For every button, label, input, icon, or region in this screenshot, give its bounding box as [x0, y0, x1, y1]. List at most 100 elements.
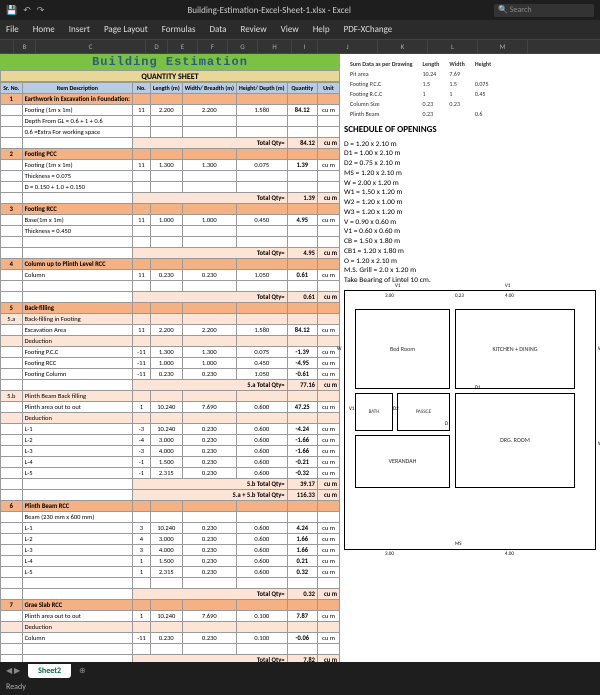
ribbon-tab-pagelayout[interactable]: Page Layout	[104, 24, 148, 35]
schedule-item: W2 = 1.20 x 1.00 m	[344, 198, 596, 208]
table-row[interactable]: L-5-12.3150.2300.600-0.32cu m	[1, 468, 340, 479]
table-row[interactable]: 1Earthwork in Excavation in Foundation:	[1, 94, 340, 105]
table-row[interactable]: Deduction	[1, 622, 340, 633]
schedule-item: O = 1.20 x 2.10 m	[344, 257, 596, 267]
search-input[interactable]: 🔍 Search	[494, 4, 594, 17]
hdr-q: Quantity	[287, 83, 317, 94]
ribbon-tab-file[interactable]: File	[6, 24, 19, 35]
table-row[interactable]: L-243.0000.2300.6001.66cu m	[1, 534, 340, 545]
ribbon-tab-insert[interactable]: Insert	[69, 24, 90, 35]
table-row[interactable]: L-3-34.0000.2300.600-1.66cu m	[1, 446, 340, 457]
table-row[interactable]: Beam (230 mm x 600 mm)	[1, 512, 340, 523]
table-row[interactable]: L-411.5000.2300.6000.21cu m	[1, 556, 340, 567]
table-row[interactable]: 4Column up to Plinth Level RCC	[1, 259, 340, 270]
table-row[interactable]: Column-110.2300.2300.100-0.06cu m	[1, 633, 340, 644]
table-row[interactable]: Total Qty=0.61cu m	[1, 292, 340, 303]
table-row[interactable]: Excavation Area112.2002.2001.58084.12cu …	[1, 325, 340, 336]
schedule-item: MS = 1.20 x 2.10 m	[344, 169, 596, 179]
ribbon-tab-review[interactable]: Review	[240, 24, 266, 35]
table-row[interactable]: L-1-310.2400.2300.600-4.24cu m	[1, 424, 340, 435]
table-row[interactable]: L-1310.2400.2300.6004.24cu m	[1, 523, 340, 534]
table-row[interactable]: Footing Column-110.2300.2301.050-0.61cu …	[1, 369, 340, 380]
table-row[interactable]: L-512.3150.2300.6000.32cu m	[1, 567, 340, 578]
floor-plan: V1 V1 3.00 0.23 4.00 Bed Room KITCHEN + …	[344, 290, 596, 550]
hdr-sr: Sr. No.	[1, 83, 23, 94]
ribbon-tab-data[interactable]: Data	[209, 24, 226, 35]
table-row[interactable]: 5Back-filling	[1, 303, 340, 314]
ribbon-tab-help[interactable]: Help	[313, 24, 330, 35]
table-row[interactable]: Total Qty=1.39cu m	[1, 193, 340, 204]
room-kitchen: KITCHEN + DINING	[455, 309, 575, 389]
table-row[interactable]: L-2-43.0000.2300.600-1.66cu m	[1, 435, 340, 446]
ribbon-tab-pdf-xchange[interactable]: PDF-XChange	[344, 24, 393, 35]
hdr-l: Length (m)	[150, 83, 182, 94]
table-row[interactable]: Plinth area out to out110.2407.6900.1007…	[1, 611, 340, 622]
table-row[interactable]: 5.a + 5.b Total Qty=116.33cu m	[1, 490, 340, 501]
table-row[interactable]	[1, 237, 340, 248]
redo-icon[interactable]: ↷	[37, 5, 45, 16]
table-row[interactable]: Total Qty=4.95cu m	[1, 248, 340, 259]
table-row[interactable]: L-334.0000.2300.6001.66cu m	[1, 545, 340, 556]
col-hdr-L[interactable]: L	[428, 40, 478, 53]
table-row[interactable]: Footing RCC-111.0001.0000.450-4.95cu m	[1, 358, 340, 369]
hdr-u: Unit	[317, 83, 339, 94]
col-hdr-E[interactable]: E	[168, 40, 198, 53]
table-row[interactable]: Total Qty=7.82cu m	[1, 655, 340, 663]
table-row[interactable]	[1, 578, 340, 589]
table-row[interactable]: 5.a Total Qty=77.16cu m	[1, 380, 340, 391]
col-hdr-F[interactable]: F	[198, 40, 228, 53]
ribbon-tab-view[interactable]: View	[281, 24, 299, 35]
col-hdr-B[interactable]: B	[14, 40, 36, 53]
ribbon-tab-home[interactable]: Home	[33, 24, 55, 35]
table-row[interactable]: 5.bPlinth Beam Back filling	[1, 391, 340, 402]
table-row[interactable]: L-4-11.5000.2300.600-0.21cu m	[1, 457, 340, 468]
add-sheet-icon[interactable]: ⊕	[79, 666, 86, 676]
table-row[interactable]: Base(1m x 1m)111.0001.0000.4504.95cu m	[1, 215, 340, 226]
table-row[interactable]: 5.b Total Qty=39.17cu m	[1, 479, 340, 490]
table-row[interactable]: Footing (1m x 1m)112.2002.2001.58084.12c…	[1, 105, 340, 116]
table-row[interactable]	[1, 281, 340, 292]
room-verandah: VERANDAH	[355, 435, 450, 488]
table-row[interactable]: Footing (1m x 1m)111.3001.3000.0751.39cu…	[1, 160, 340, 171]
schedule-item: V1 = 0.60 x 0.60 m	[344, 227, 596, 237]
worksheet-grid[interactable]: Building Estimation QUANTITY SHEET Sr. N…	[0, 54, 600, 662]
table-row[interactable]: 5.aBack-filling in Footing	[1, 314, 340, 325]
room-bath: BATH	[355, 393, 393, 431]
table-row[interactable]	[1, 644, 340, 655]
col-hdr-K[interactable]: K	[378, 40, 428, 53]
table-row[interactable]: Deduction	[1, 336, 340, 347]
table-row[interactable]: Thickness = 0.075	[1, 171, 340, 182]
table-row[interactable]: D = 0.150 + 1.0 + 0.150	[1, 182, 340, 193]
sheet-tabs[interactable]: ◀ ▶ Sheet2 ⊕	[0, 662, 600, 680]
col-hdr-D[interactable]: D	[146, 40, 168, 53]
table-row[interactable]: Total Qty=0.32cu m	[1, 589, 340, 600]
save-icon[interactable]: 💾	[6, 5, 17, 16]
col-hdr-J[interactable]: J	[318, 40, 378, 53]
col-hdr-H[interactable]: H	[258, 40, 292, 53]
quantity-table[interactable]: Sr. No. Item Description No. Length (m) …	[0, 82, 340, 662]
col-hdr-C[interactable]: C	[36, 40, 146, 53]
window-title: Building-Estimation-Excel-Sheet-1.xlsx -…	[44, 5, 494, 16]
col-hdr-I[interactable]: I	[292, 40, 318, 53]
schedule-item: CB = 1.50 x 1.80 m	[344, 237, 596, 247]
sheet-tab-active[interactable]: Sheet2	[28, 664, 71, 678]
table-row[interactable]: Deduction	[1, 413, 340, 424]
table-row[interactable]: 7Grae Slab RCC	[1, 600, 340, 611]
table-row[interactable]: Plinth area out to out110.2407.6900.6004…	[1, 402, 340, 413]
schedule-item: W = 2.00 x 1.20 m	[344, 179, 596, 189]
table-row[interactable]: Footing P.C.C-111.3001.3000.075-1.39cu m	[1, 347, 340, 358]
table-row[interactable]: 0.6 =Extra For working space	[1, 127, 340, 138]
col-hdr-A[interactable]	[0, 40, 14, 53]
table-row[interactable]: Column110.2300.2301.0500.61cu m	[1, 270, 340, 281]
hdr-w: Width/ Breadth (m)	[182, 83, 236, 94]
table-row[interactable]: 2Footing PCC	[1, 149, 340, 160]
table-row[interactable]: Depth From GL = 0.6 + 1 + 0.6	[1, 116, 340, 127]
table-row[interactable]: 6Plinth Beam RCC	[1, 501, 340, 512]
table-row[interactable]: Total Qty=84.12cu m	[1, 138, 340, 149]
ribbon-tab-formulas[interactable]: Formulas	[162, 24, 196, 35]
col-hdr-M[interactable]: M	[478, 40, 528, 53]
undo-icon[interactable]: ↶	[23, 5, 31, 16]
table-row[interactable]: Thickness = 0.450	[1, 226, 340, 237]
table-row[interactable]: 3Footing RCC	[1, 204, 340, 215]
col-hdr-G[interactable]: G	[228, 40, 258, 53]
